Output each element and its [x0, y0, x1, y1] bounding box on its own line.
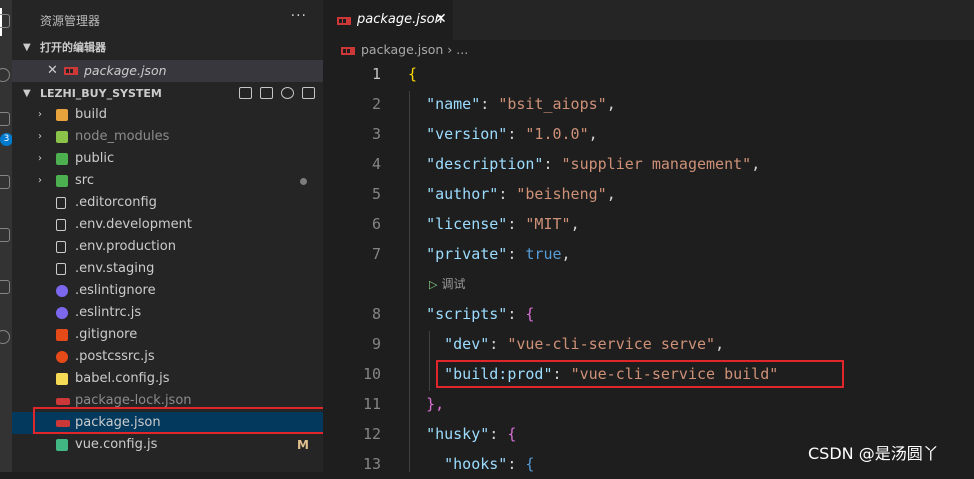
tree-item-label: src [75, 173, 94, 188]
tree-item-label: .env.development [75, 217, 192, 232]
tree-item-label: .postcssrc.js [75, 349, 155, 364]
tree-item[interactable]: › public [12, 148, 323, 170]
explorer-icon[interactable] [0, 14, 10, 28]
folder-node-icon [56, 131, 68, 143]
source-control-icon[interactable] [0, 112, 10, 126]
npm-icon [337, 17, 351, 25]
code-line: 11 }, [362, 395, 445, 413]
folder-src-icon [56, 175, 68, 187]
chevron-right-icon: › [38, 153, 42, 164]
postcss-icon [56, 351, 68, 363]
code-line: 9 "dev": "vue-cli-service serve", [371, 335, 725, 353]
vue-icon [56, 439, 68, 451]
breadcrumb-rest[interactable]: ... [456, 42, 468, 57]
chevron-down-icon: ▼ [23, 42, 31, 53]
folder-icon [56, 109, 68, 121]
remote-explorer-icon[interactable] [0, 280, 10, 294]
open-editor-item[interactable]: ✕ package.json [12, 60, 323, 82]
tree-item[interactable]: .env.development [12, 214, 323, 236]
npm-icon [56, 398, 70, 405]
tree-item[interactable]: › src [12, 170, 323, 192]
file-icon [56, 263, 66, 275]
tree-item[interactable]: .eslintrc.js [12, 302, 323, 324]
tree-item-label: .gitignore [75, 327, 138, 342]
file-icon [56, 219, 66, 231]
chevron-down-icon: ▼ [23, 88, 31, 99]
tree-item-label: .eslintignore [75, 283, 156, 298]
tree-item[interactable]: .eslintignore [12, 280, 323, 302]
explorer-toolbar [239, 84, 315, 106]
folder-public-icon [56, 153, 68, 165]
tree-item[interactable]: .gitignore [12, 324, 323, 346]
tree-item[interactable]: babel.config.js [12, 368, 323, 390]
new-folder-icon[interactable] [260, 87, 273, 99]
new-file-icon[interactable] [239, 87, 252, 99]
tab-bar: package.json ✕ [323, 0, 974, 40]
watermark: CSDN @是汤圆丫 [808, 444, 939, 463]
code-line: 7 "private": true, [371, 245, 571, 263]
codelens-debug[interactable]: ▷ 调试 [323, 269, 974, 299]
git-icon [56, 329, 68, 341]
tree-item-label: .env.staging [75, 261, 155, 276]
extensions-icon[interactable] [0, 228, 10, 242]
tree-item[interactable]: .postcssrc.js [12, 346, 323, 368]
tree-item-label: build [75, 107, 107, 122]
code-line: 1 { [371, 65, 418, 83]
chevron-right-icon: › [38, 109, 42, 120]
npm-icon [64, 67, 78, 75]
code-line: 3 "version": "1.0.0", [371, 125, 598, 143]
babel-icon [56, 373, 68, 385]
settings-icon[interactable] [0, 330, 10, 344]
collapse-all-icon[interactable] [302, 87, 315, 99]
tree-item[interactable]: .env.staging [12, 258, 323, 280]
code-line: 6 "license": "MIT", [371, 215, 580, 233]
chevron-right-icon: › [38, 131, 42, 142]
run-icon: ▷ [429, 278, 438, 291]
npm-icon [341, 46, 355, 55]
file-icon [56, 241, 66, 253]
breadcrumb-separator: › [447, 42, 453, 57]
breadcrumb: package.json › ... [341, 40, 468, 60]
tree-item-label: babel.config.js [75, 371, 170, 386]
editorconfig-icon [56, 197, 66, 209]
breadcrumb-file[interactable]: package.json [361, 42, 443, 57]
tree-item[interactable]: .editorconfig [12, 192, 323, 214]
code-line: 4 "description": "supplier management", [371, 155, 761, 173]
open-editors-header[interactable]: ▼ 打开的编辑器 [12, 37, 323, 59]
highlight-box-package-json [33, 407, 346, 434]
tree-item-label: node_modules [75, 129, 170, 144]
code-line: 2 "name": "bsit_aiops", [371, 95, 616, 113]
explorer-sidebar: 资源管理器 ··· ▼ 打开的编辑器 ✕ package.json ▼ LEZH… [12, 0, 323, 472]
search-icon[interactable] [0, 68, 10, 82]
more-actions-icon[interactable]: ··· [291, 8, 307, 24]
run-debug-icon[interactable] [0, 175, 10, 189]
tree-item[interactable]: vue.config.js M [12, 434, 323, 456]
refresh-icon[interactable] [281, 87, 294, 99]
activity-bar: 3 [0, 0, 13, 472]
tree-item-label: public [75, 151, 115, 166]
tree-item-label: .env.production [75, 239, 176, 254]
editor-area: package.json ✕ package.json › ... 1 { 2 … [323, 0, 974, 473]
code-line: 5 "author": "beisheng", [371, 185, 616, 203]
code-line: 8 "scripts": { [371, 305, 535, 323]
chevron-right-icon: › [38, 175, 42, 186]
tree-item-label: vue.config.js [75, 437, 158, 452]
git-status-badge: M [297, 438, 309, 452]
tree-item-label: .editorconfig [75, 195, 157, 210]
tree-item[interactable]: › build [12, 104, 323, 126]
eslint-icon [56, 285, 68, 297]
eslint-icon [56, 307, 68, 319]
tree-item[interactable]: .env.production [12, 236, 323, 258]
tree-item[interactable]: › node_modules [12, 126, 323, 148]
highlight-box-build-prod [436, 360, 844, 388]
explorer-title: 资源管理器 [40, 14, 101, 28]
close-icon[interactable]: ✕ [435, 11, 447, 27]
tree-item-label: .eslintrc.js [75, 305, 142, 320]
modified-dot-icon [300, 178, 307, 185]
tab-package-json[interactable]: package.json ✕ [323, 0, 453, 40]
close-icon[interactable]: ✕ [47, 60, 58, 82]
